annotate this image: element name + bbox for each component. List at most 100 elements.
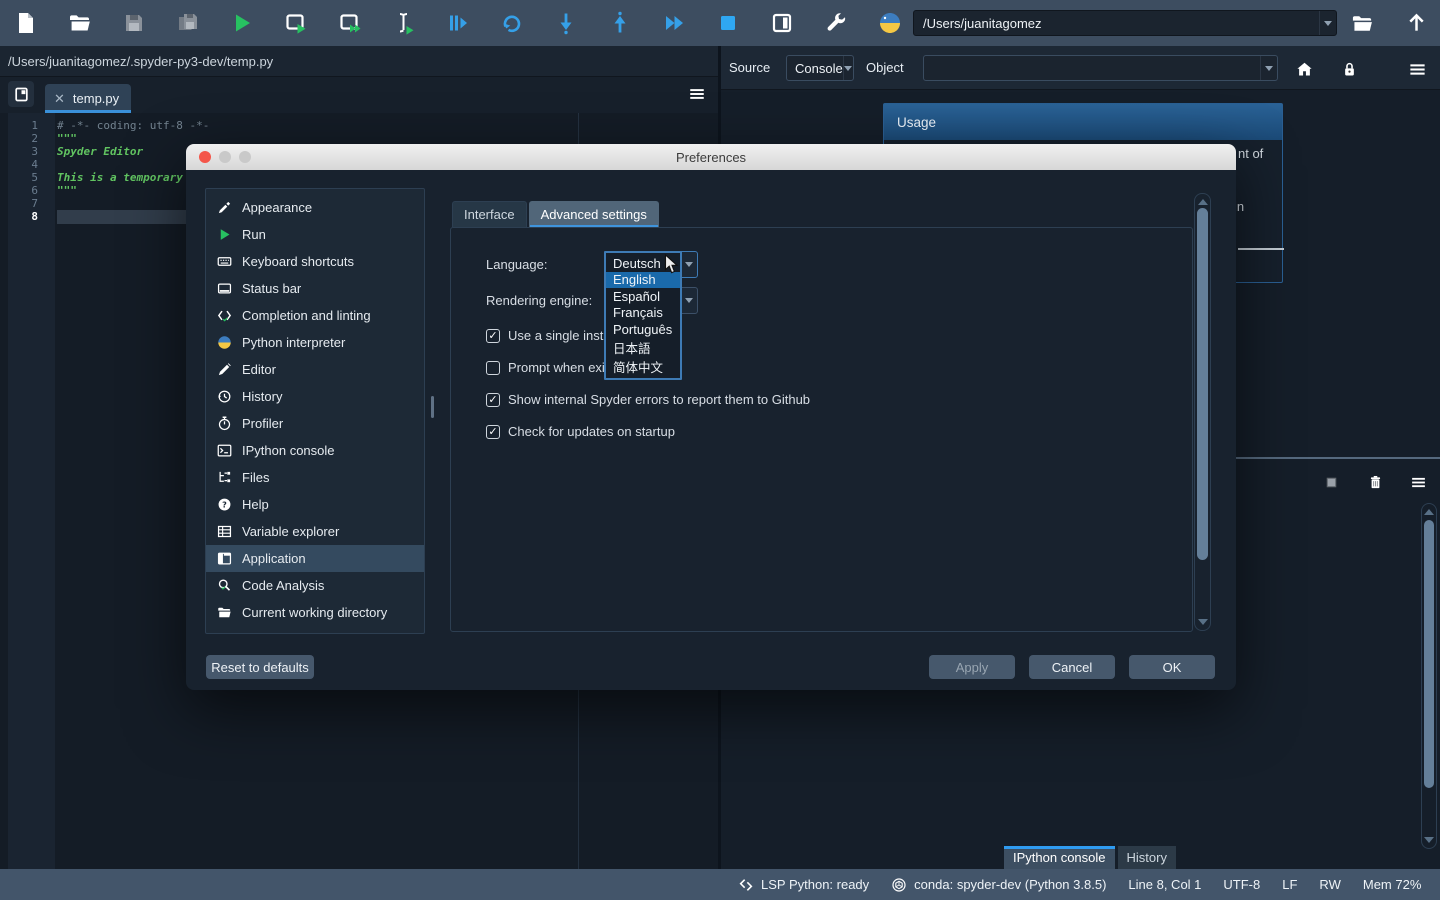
toolbar-button[interactable]	[170, 5, 206, 41]
toolbar-button[interactable]	[872, 5, 908, 41]
sidebar-item-icon	[216, 389, 232, 404]
sidebar-item[interactable]: ? Help	[206, 491, 424, 518]
sidebar-item-label: Keyboard shortcuts	[242, 254, 354, 269]
language-option[interactable]: Español	[606, 288, 680, 305]
sidebar-item[interactable]: Keyboard shortcuts	[206, 248, 424, 275]
toolbar-button[interactable]	[656, 5, 692, 41]
browse-directory-button[interactable]	[1344, 5, 1380, 41]
reset-defaults-button[interactable]: Reset to defaults	[206, 655, 314, 679]
language-option[interactable]: 简体中文	[606, 357, 680, 376]
checkbox[interactable]: ✓	[486, 361, 500, 375]
dialog-title: Preferences	[186, 150, 1236, 165]
preferences-tab[interactable]: Interface	[452, 201, 527, 227]
sidebar-item-label: Current working directory	[242, 605, 387, 620]
line-code	[55, 197, 57, 210]
language-option[interactable]: Português	[606, 321, 680, 338]
object-combo[interactable]	[923, 55, 1278, 81]
line-number: 1	[8, 119, 55, 132]
toolbar-button[interactable]	[332, 5, 368, 41]
sidebar-item[interactable]: Run	[206, 221, 424, 248]
browse-tabs-button[interactable]	[8, 81, 34, 107]
hamburger-icon	[688, 85, 706, 103]
checkbox[interactable]: ✓	[486, 425, 500, 439]
checkbox-row[interactable]: ✓ Prompt when exi	[486, 360, 605, 375]
ok-button[interactable]: OK	[1129, 655, 1215, 679]
scroll-up-icon[interactable]	[1198, 199, 1208, 205]
console-tab[interactable]: History	[1118, 846, 1176, 869]
checkbox-row[interactable]: ✓ Show internal Spyder errors to report …	[486, 392, 810, 407]
toolbar-button[interactable]	[494, 5, 530, 41]
parent-directory-button[interactable]	[1398, 5, 1434, 41]
sidebar-item[interactable]: Current working directory	[206, 599, 424, 626]
scroll-down-icon[interactable]	[1198, 619, 1208, 625]
home-icon	[1295, 60, 1314, 79]
toolbar-icon	[14, 11, 38, 35]
toolbar-button[interactable]	[278, 5, 314, 41]
console-stop-button[interactable]	[1319, 470, 1343, 494]
checkbox[interactable]: ✓	[486, 393, 500, 407]
close-icon[interactable]: ✕	[54, 91, 65, 107]
sidebar-item[interactable]: Completion and linting	[206, 302, 424, 329]
line-number: 2	[8, 132, 55, 145]
lock-button[interactable]	[1336, 56, 1362, 82]
sidebar-item[interactable]: Profiler	[206, 410, 424, 437]
checkbox-row[interactable]: ✓ Use a single insta	[486, 328, 611, 343]
checkbox[interactable]: ✓	[486, 329, 500, 343]
console-scrollbar[interactable]	[1421, 503, 1437, 849]
line-number-gutter	[8, 113, 55, 869]
sidebar-item[interactable]: History	[206, 383, 424, 410]
toolbar-button[interactable]	[764, 5, 800, 41]
toolbar-button[interactable]	[8, 5, 44, 41]
chevron-down-icon[interactable]	[1260, 56, 1277, 80]
sidebar-item[interactable]: Variable explorer	[206, 518, 424, 545]
sidebar-item-icon	[216, 308, 232, 323]
language-option[interactable]: Français	[606, 305, 680, 322]
close-window-icon[interactable]	[199, 151, 211, 163]
tab-temp-py[interactable]: ✕ temp.py	[45, 84, 131, 113]
chevron-down-icon[interactable]	[843, 56, 853, 80]
sidebar-item[interactable]: Application	[206, 545, 424, 572]
toolbar-button[interactable]	[116, 5, 152, 41]
sidebar-item[interactable]: IPython console	[206, 437, 424, 464]
toolbar-button[interactable]	[224, 5, 260, 41]
console-options-button[interactable]	[1406, 470, 1430, 494]
apply-button[interactable]: Apply	[929, 655, 1015, 679]
sidebar-item[interactable]: Appearance	[206, 194, 424, 221]
working-directory-combo[interactable]: /Users/juanitagomez	[913, 10, 1337, 36]
help-options-button[interactable]	[1404, 56, 1430, 82]
checkbox-row[interactable]: ✓ Check for updates on startup	[486, 424, 675, 439]
toolbar-button[interactable]	[440, 5, 476, 41]
sidebar-splitter[interactable]	[431, 396, 434, 418]
toolbar-button[interactable]	[818, 5, 854, 41]
preferences-tab[interactable]: Advanced settings	[529, 201, 659, 227]
chevron-down-icon[interactable]	[1319, 11, 1336, 35]
editor-options-button[interactable]	[688, 85, 706, 103]
cancel-button[interactable]: Cancel	[1029, 655, 1115, 679]
toolbar-button[interactable]	[602, 5, 638, 41]
scrollbar-thumb[interactable]	[1424, 520, 1434, 788]
zoom-window-icon[interactable]	[239, 151, 251, 163]
language-option[interactable]: 日本語	[606, 338, 680, 357]
console-tab[interactable]: IPython console	[1004, 846, 1115, 869]
source-combo[interactable]: Console	[786, 55, 854, 81]
console-remove-button[interactable]	[1363, 470, 1387, 494]
scroll-down-icon[interactable]	[1424, 837, 1434, 843]
dialog-scrollbar[interactable]	[1194, 193, 1211, 631]
status-text: LF	[1282, 877, 1297, 892]
scrollbar-thumb[interactable]	[1197, 208, 1208, 560]
sidebar-item-label: History	[242, 389, 282, 404]
sidebar-item-icon	[216, 524, 232, 539]
scroll-up-icon[interactable]	[1424, 509, 1434, 515]
toolbar-button[interactable]	[62, 5, 98, 41]
sidebar-item[interactable]: Editor	[206, 356, 424, 383]
sidebar-item[interactable]: Code Analysis	[206, 572, 424, 599]
sidebar-item[interactable]: Files	[206, 464, 424, 491]
minimize-window-icon[interactable]	[219, 151, 231, 163]
toolbar-button[interactable]	[710, 5, 746, 41]
toolbar-button[interactable]	[386, 5, 422, 41]
home-button[interactable]	[1291, 56, 1317, 82]
dialog-titlebar[interactable]: Preferences	[186, 144, 1236, 170]
sidebar-item[interactable]: Status bar	[206, 275, 424, 302]
toolbar-button[interactable]	[548, 5, 584, 41]
sidebar-item[interactable]: Python interpreter	[206, 329, 424, 356]
